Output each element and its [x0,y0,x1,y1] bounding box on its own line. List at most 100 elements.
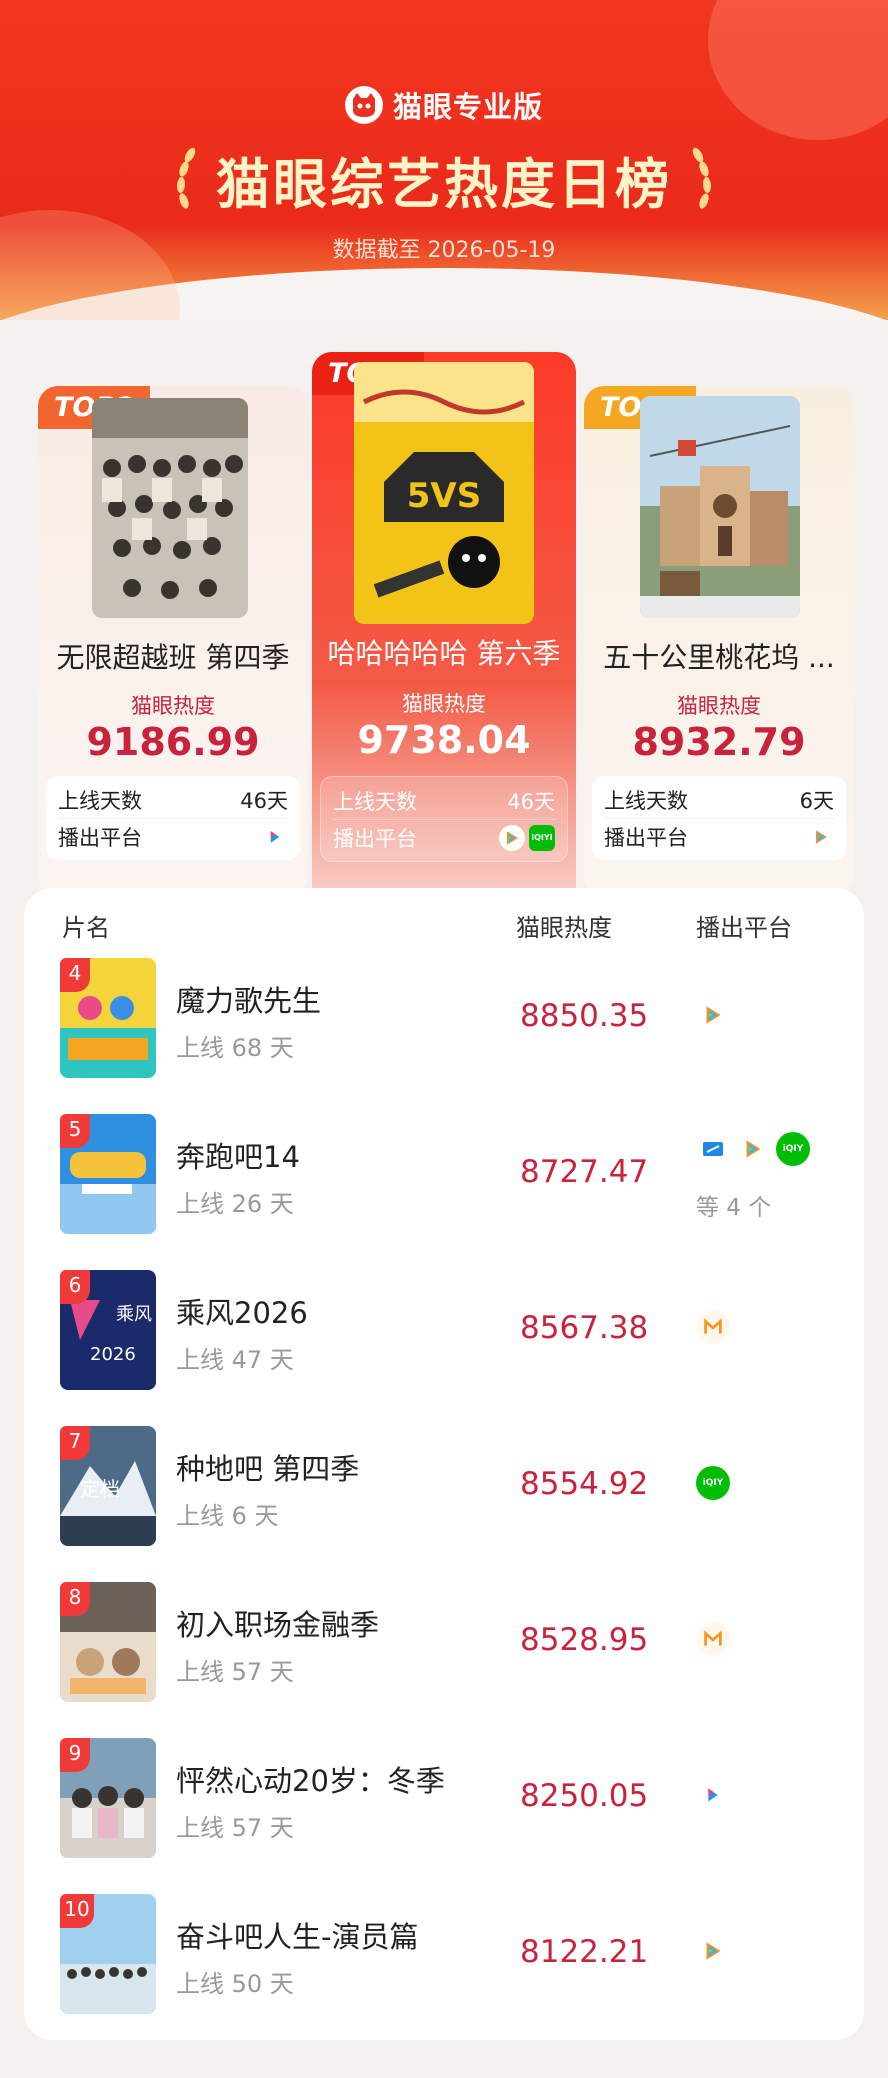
svg-text:定档: 定档 [80,1477,120,1501]
online-days: 上线 50 天 [176,1970,294,1998]
col-platform: 播出平台 [696,914,792,942]
heat-value: 8567.38 [520,1310,649,1346]
show-title: 魔力歌先生 [176,984,322,1018]
heat-value: 8932.79 [632,720,806,764]
top2-card[interactable]: TOP2 无限超越班 第四季 猫眼热度 9186.99 上线天数46天 播出平台 [38,386,308,896]
col-heat: 猫眼热度 [516,914,612,942]
col-name: 片名 [62,914,110,942]
list-item[interactable]: 10 奋斗吧人生-演员篇 上线 50 天 8122.21 [24,1894,864,2050]
platform-label: 播出平台 [333,826,417,851]
svg-text:2026: 2026 [90,1344,136,1365]
title-row: 猫眼综艺热度日榜 [0,140,888,219]
header-banner: 猫眼专业版 猫眼综艺热度日榜 数据截至 2026-05-19 [0,0,888,320]
maoyan-cat-icon [344,86,383,124]
list-item[interactable]: 8 初入职场金融季 上线 57 天 8528.95 [24,1582,864,1738]
show-poster [640,396,800,618]
show-title: 怦然心动20岁：冬季 [176,1764,445,1798]
platform-icons [696,998,730,1032]
show-poster [92,398,248,618]
online-days: 上线 57 天 [176,1814,294,1842]
list-item[interactable]: 4 魔力歌先生 上线 68 天 8850.35 [24,958,864,1114]
show-title: 奋斗吧人生-演员篇 [176,1920,419,1954]
top3-card[interactable]: TOP3 五十公里桃花坞 ... 猫眼热度 8932.79 上线天数 6天 播出平… [584,386,854,896]
show-title: 奔跑吧14 [176,1140,300,1174]
list-item[interactable]: 乘风 2026 6 乘风2026 上线 47 天 8567.38 [24,1270,864,1426]
heat-label: 猫眼热度 [131,694,215,718]
iqiyi-icon: iQIY [776,1132,810,1166]
online-days: 上线 57 天 [176,1658,294,1686]
platform-icons: iQIY [696,1132,810,1166]
rank-badge: 9 [60,1738,90,1772]
list-header: 片名 猫眼热度 播出平台 [24,908,864,948]
heat-label: 猫眼热度 [402,692,486,716]
show-title: 乘风2026 [176,1296,308,1330]
days-label: 上线天数 [604,789,688,813]
rank-badge: 4 [60,958,90,992]
heat-value: 8850.35 [520,998,649,1034]
rank-badge: 6 [60,1270,90,1304]
show-title: 五十公里桃花坞 ... [603,641,835,674]
list-item[interactable]: 定档 7 种地吧 第四季 上线 6 天 8554.92 iQIY [24,1426,864,1582]
platform-icons: iQIY [696,1466,730,1500]
top1-card[interactable]: TOP1 5VS 哈哈哈哈哈 第六季 猫眼热度 9738.04 上线天数46天 … [312,352,576,908]
list-item[interactable]: 9 怦然心动20岁：冬季 上线 57 天 8250.05 [24,1738,864,1894]
show-poster: 5VS [354,362,534,624]
laurel-left-icon [176,147,196,209]
show-title: 种地吧 第四季 [176,1452,360,1486]
days-label: 上线天数 [58,789,142,813]
list-item[interactable]: 5 奔跑吧14 上线 26 天 8727.47 iQIY 等 4 个 [24,1114,864,1270]
more-platforms: 等 4 个 [696,1195,772,1221]
heat-value: 8250.05 [520,1778,649,1814]
online-days: 上线 47 天 [176,1346,294,1374]
online-days: 上线 26 天 [176,1190,294,1218]
mango-tv-icon [696,1622,730,1656]
info-box: 上线天数 46天 播出平台 iQIYI [320,776,568,862]
brand-name: 猫眼专业版 [392,90,543,124]
tencent-video-icon [499,824,525,851]
page-title: 猫眼综艺热度日榜 [216,153,672,216]
days-value: 46天 [507,790,555,814]
platform-label: 播出平台 [58,825,142,850]
svg-text:5VS: 5VS [407,476,481,516]
data-date: 数据截至 2026-05-19 [332,238,556,263]
show-title: 无限超越班 第四季 [56,641,290,674]
days-label: 上线天数 [333,790,417,814]
online-days: 上线 68 天 [176,1034,294,1062]
heat-value: 8528.95 [520,1622,649,1658]
platform-label: 播出平台 [604,825,688,850]
iqiyi-icon: iQIY [696,1466,730,1500]
info-box: 上线天数 6天 播出平台 [592,776,846,860]
tencent-video-icon [808,823,834,850]
heat-value: 8727.47 [520,1154,649,1190]
tencent-video-icon [696,998,730,1032]
header-curve [0,268,888,320]
svg-text:乘风: 乘风 [116,1304,152,1325]
days-value: 6天 [799,789,834,813]
mango-tv-icon [696,1310,730,1344]
youku-icon [262,823,288,850]
tencent-video-icon [696,1934,730,1968]
show-title: 哈哈哈哈哈 第六季 [327,637,561,670]
heat-value: 8554.92 [520,1466,649,1502]
platform-icons [696,1778,730,1812]
rank-badge: 8 [60,1582,90,1616]
ranking-list: 片名 猫眼热度 播出平台 4 魔力歌先生 上线 68 天 8850.35 5 奔… [24,888,864,2040]
youku-icon [696,1778,730,1812]
iqiyi-icon: iQIYI [529,824,555,851]
tencent-video-icon [736,1132,770,1166]
heat-label: 猫眼热度 [677,694,761,718]
brand: 猫眼专业版 [0,84,888,126]
heat-value: 9738.04 [357,718,531,762]
platform-icons [696,1622,730,1656]
show-title: 初入职场金融季 [176,1608,380,1642]
platform-icons [696,1934,730,1968]
info-box: 上线天数 46天 播出平台 [46,776,300,860]
laurel-right-icon [692,147,712,209]
online-days: 上线 6 天 [176,1502,279,1530]
rank-badge: 10 [60,1894,94,1928]
days-value: 46天 [240,789,288,813]
rank-badge: 5 [60,1114,90,1148]
heat-value: 9186.99 [86,720,260,764]
rank-badge: 7 [60,1426,90,1460]
heat-value: 8122.21 [520,1934,649,1970]
